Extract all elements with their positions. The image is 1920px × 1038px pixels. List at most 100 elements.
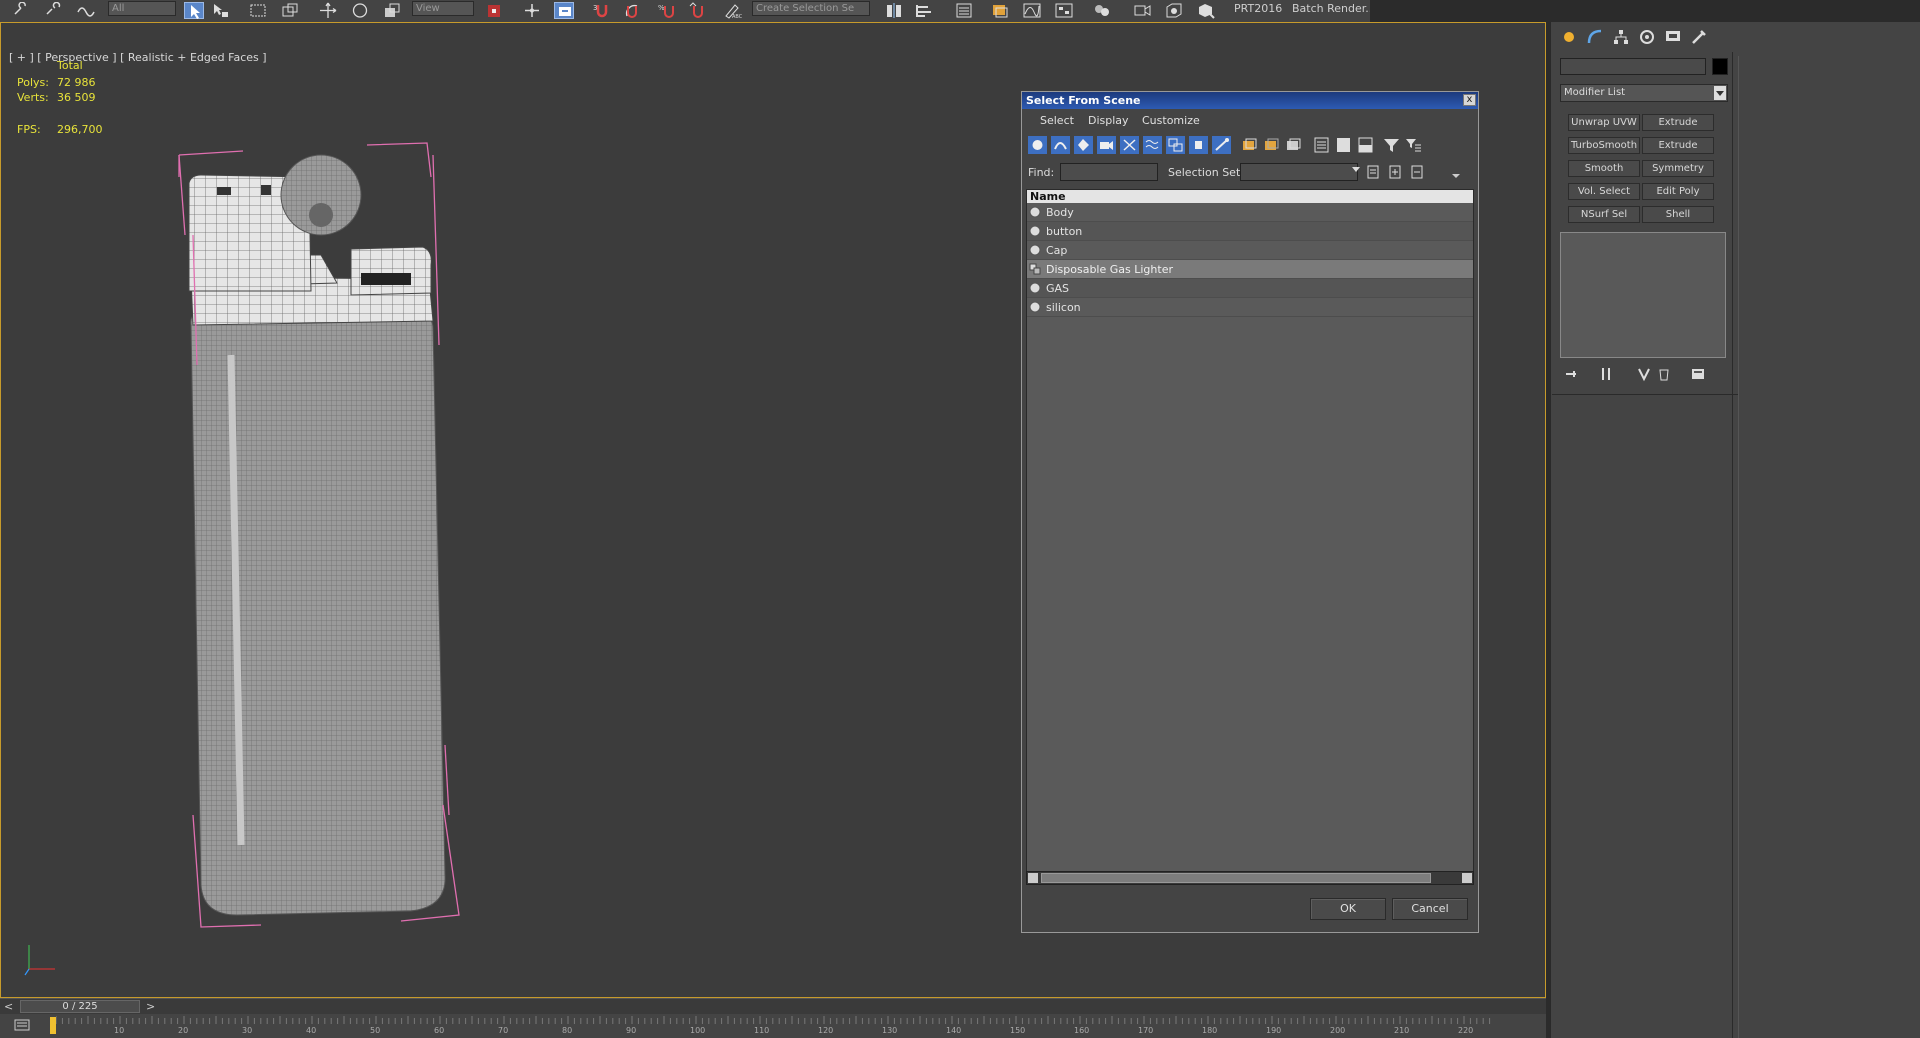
unlink-selection-icon[interactable]	[44, 1, 64, 19]
remove-modifier-icon[interactable]	[1656, 366, 1672, 382]
schematic-view-icon[interactable]	[1054, 2, 1074, 19]
time-slider-prev-button[interactable]: <	[4, 1000, 13, 1013]
ok-button[interactable]: OK	[1310, 898, 1386, 920]
percent-snap-icon[interactable]: %	[658, 2, 678, 19]
make-unique-icon[interactable]	[1636, 366, 1652, 382]
find-input[interactable]	[1060, 163, 1158, 181]
extrude-button[interactable]: Extrude	[1642, 114, 1714, 131]
motion-icon[interactable]	[1638, 28, 1656, 46]
display-cameras-icon[interactable]	[1097, 136, 1116, 154]
render-production-icon[interactable]	[1196, 2, 1216, 19]
time-slider[interactable]: < 0 / 225 >	[0, 998, 1546, 1014]
pivot-center-icon[interactable]	[484, 2, 504, 19]
vol-select-button[interactable]: Vol. Select	[1568, 183, 1640, 200]
named-selection-sets-dropdown[interactable]: Create Selection Se	[752, 1, 870, 16]
smooth-button[interactable]: Smooth	[1568, 160, 1640, 177]
dialog-close-button[interactable]: x	[1463, 94, 1476, 106]
display-geometry-icon[interactable]	[1028, 136, 1047, 154]
rotate-icon[interactable]	[350, 2, 370, 19]
symmetry-button[interactable]: Symmetry	[1642, 160, 1714, 177]
modify-icon[interactable]	[1586, 28, 1604, 46]
layer-explorer-icon[interactable]	[990, 2, 1010, 19]
shell-button[interactable]: Shell	[1642, 206, 1714, 223]
modifier-stack[interactable]	[1560, 232, 1726, 358]
scene-explorer-icon[interactable]	[954, 2, 974, 19]
scroll-left-icon[interactable]	[1028, 873, 1038, 883]
chevron-down-icon[interactable]	[1714, 86, 1726, 100]
bind-to-space-warp-icon[interactable]	[76, 2, 96, 19]
chevron-down-icon[interactable]	[1352, 167, 1360, 172]
scrollbar-thumb[interactable]	[1041, 873, 1431, 883]
window-crossing-icon[interactable]	[280, 2, 300, 19]
select-object-icon[interactable]	[184, 2, 204, 19]
object-name-input[interactable]	[1560, 58, 1706, 75]
add-to-selection-set-icon[interactable]	[1386, 163, 1405, 181]
filter-options-icon[interactable]	[1404, 136, 1423, 154]
prt-plugin-label[interactable]: PRT2016	[1234, 2, 1282, 15]
extrude-button-2[interactable]: Extrude	[1642, 137, 1714, 154]
nsurf-sel-button[interactable]: NSurf Sel	[1568, 206, 1640, 223]
display-bones-icon[interactable]	[1212, 136, 1231, 154]
edit-poly-button[interactable]: Edit Poly	[1642, 183, 1714, 200]
menu-display[interactable]: Display	[1088, 114, 1129, 127]
angle-snap-icon[interactable]	[622, 2, 642, 19]
render-setup-icon[interactable]	[1132, 2, 1152, 19]
list-item[interactable]: GAS	[1027, 279, 1473, 298]
show-end-result-icon[interactable]	[1598, 366, 1614, 382]
display-helpers-icon[interactable]	[1120, 136, 1139, 154]
scale-icon[interactable]	[382, 2, 402, 19]
column-header-name[interactable]: Name	[1027, 190, 1473, 203]
curve-editor-icon[interactable]	[1022, 2, 1042, 19]
selection-filter-dropdown[interactable]: All	[108, 1, 176, 16]
create-selection-set-icon[interactable]	[1364, 163, 1383, 181]
options-chevron-icon[interactable]	[1452, 174, 1460, 178]
list-item-selected[interactable]: Disposable Gas Lighter	[1027, 260, 1473, 279]
object-list[interactable]: Name Body button Cap Disposable Gas Ligh…	[1026, 189, 1474, 882]
unwrap-uvw-button[interactable]: Unwrap UVW	[1568, 114, 1640, 131]
select-and-link-icon[interactable]	[12, 1, 32, 19]
object-color-swatch[interactable]	[1712, 58, 1728, 75]
filter-icon[interactable]	[1382, 136, 1401, 154]
display-xrefs-icon[interactable]	[1189, 136, 1208, 154]
create-icon[interactable]	[1560, 28, 1578, 46]
menu-select[interactable]: Select	[1040, 114, 1074, 127]
rectangular-selection-icon[interactable]	[248, 2, 268, 19]
lighter-wireframe-model[interactable]	[161, 115, 481, 945]
keyboard-shortcut-override-icon[interactable]	[554, 2, 574, 19]
selection-set-dropdown[interactable]	[1240, 163, 1358, 181]
display-invert-icon[interactable]	[1284, 136, 1303, 154]
menu-customize[interactable]: Customize	[1142, 114, 1200, 127]
horizontal-scrollbar[interactable]	[1026, 871, 1474, 885]
hierarchy-icon[interactable]	[1612, 28, 1630, 46]
time-slider-next-button[interactable]: >	[146, 1000, 155, 1013]
dialog-title-bar[interactable]: Select From Scene	[1022, 92, 1478, 109]
select-manipulate-icon[interactable]	[522, 2, 542, 19]
utilities-icon[interactable]	[1690, 28, 1708, 46]
modifier-list-dropdown[interactable]: Modifier List	[1560, 84, 1728, 102]
pin-stack-icon[interactable]	[1564, 366, 1580, 382]
spinner-snap-icon[interactable]	[688, 2, 708, 19]
select-by-name-icon[interactable]	[210, 2, 230, 19]
list-item[interactable]: button	[1027, 222, 1473, 241]
align-icon[interactable]	[914, 2, 934, 19]
display-all-icon[interactable]	[1240, 136, 1259, 154]
display-space-warps-icon[interactable]	[1143, 136, 1162, 154]
frame-counter[interactable]: 0 / 225	[20, 1000, 140, 1013]
edit-named-selection-icon[interactable]: ABC	[722, 2, 743, 20]
snap-3d-icon[interactable]: 3	[592, 2, 612, 19]
select-invert-icon[interactable]	[1356, 136, 1375, 154]
display-icon[interactable]	[1664, 28, 1682, 46]
batch-render-button[interactable]: Batch Render...	[1292, 2, 1370, 15]
display-none-icon[interactable]	[1262, 136, 1281, 154]
track-bar[interactable]: 10 20 30 40 50 60 70 80 90 100 110 120 130 140 150 160 1…	[0, 1014, 1546, 1038]
reference-coordinate-dropdown[interactable]: View	[412, 1, 474, 16]
list-item[interactable]: silicon	[1027, 298, 1473, 317]
display-shapes-icon[interactable]	[1051, 136, 1070, 154]
select-none-icon[interactable]	[1334, 136, 1353, 154]
material-editor-icon[interactable]	[1092, 2, 1112, 19]
rendered-frame-window-icon[interactable]	[1164, 2, 1184, 19]
display-lights-icon[interactable]	[1074, 136, 1093, 154]
mini-curve-editor-icon[interactable]	[14, 1018, 30, 1032]
turbosmooth-button[interactable]: TurboSmooth	[1568, 137, 1640, 154]
cancel-button[interactable]: Cancel	[1392, 898, 1468, 920]
